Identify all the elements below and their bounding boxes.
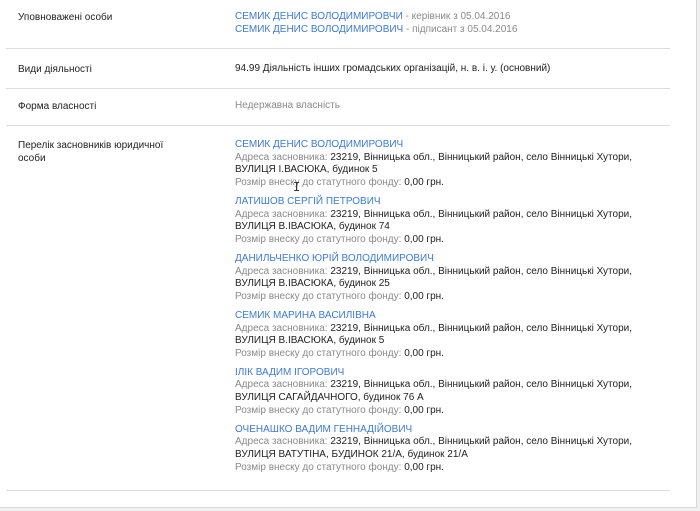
founder-address-line2: ВУЛИЦЯ І.ВАСЮКА, будинок 5 (235, 164, 378, 176)
founder-address: 23219, Вінницька обл., Вінницький район,… (330, 265, 633, 277)
founder-item: СЕМИК ДЕНИС ВОЛОДИМИРОВИЧ Адреса засновн… (235, 139, 686, 189)
authorized-person: СЕМИК ДЕНИС ВОЛОДИМИРОВЧИ - керівник з 0… (235, 11, 686, 24)
founder-contribution: 0,00 грн. (404, 176, 444, 188)
founder-item: ДАНИЛЬЧЕНКО ЮРІЙ ВОЛОДИМИРОВИЧ Адреса за… (235, 253, 686, 303)
founder-address: 23219, Вінницька обл., Вінницький район,… (330, 379, 633, 391)
founder-contribution: 0,00 грн. (404, 347, 444, 359)
authorized-person-link[interactable]: СЕМИК ДЕНИС ВОЛОДИМИРОВЧИ (235, 11, 403, 22)
founder-name-link[interactable]: ІЛІК ВАДИМ ІГОРОВИЧ (235, 367, 344, 378)
authorized-persons-label: Уповноважені особи (18, 12, 113, 23)
founder-address-label: Адреса засновника: (235, 379, 331, 391)
founder-address-label: Адреса засновника: (235, 322, 331, 334)
founder-address-line2: ВУЛИЦЯ САГАЙДАЧНОГО, будинок 76 А (235, 392, 424, 404)
activities-value: 94.99 Діяльність інших громадських орган… (235, 63, 551, 74)
founder-address: 23219, Вінницька обл., Вінницький район,… (330, 322, 633, 334)
founder-contribution-label: Розмір внеску до статутного фонду: (235, 290, 405, 302)
activities-label: Види діяльності (18, 64, 92, 75)
founder-address: 23219, Вінницька обл., Вінницький район,… (330, 436, 633, 448)
row-divider (6, 125, 670, 126)
founder-name-link[interactable]: ОЧЕНАШКО ВАДИМ ГЕННАДІЙОВИЧ (235, 424, 412, 435)
authorized-person-link[interactable]: СЕМИК ДЕНИС ВОЛОДИМИРОВИЧ (235, 24, 403, 35)
ownership-label: Форма власності (18, 101, 97, 112)
founder-contribution: 0,00 грн. (404, 290, 444, 302)
founder-address-label: Адреса засновника: (235, 208, 331, 220)
founder-contribution-label: Розмір внеску до статутного фонду: (235, 404, 405, 416)
founder-contribution: 0,00 грн. (404, 233, 444, 245)
founder-address: 23219, Вінницька обл., Вінницький район,… (330, 151, 633, 163)
authorized-person-role: - підписант з 05.04.2016 (403, 23, 518, 35)
founder-name-link[interactable]: СЕМИК МАРИНА ВАСИЛІВНА (235, 310, 376, 321)
ownership-value: Недержавна власність (235, 100, 340, 111)
founder-item: ОЧЕНАШКО ВАДИМ ГЕННАДІЙОВИЧ Адреса засно… (235, 424, 686, 474)
authorized-persons-list: СЕМИК ДЕНИС ВОЛОДИМИРОВЧИ - керівник з 0… (235, 11, 686, 36)
text-cursor-icon: I (293, 180, 301, 194)
founder-name-link[interactable]: СЕМИК ДЕНИС ВОЛОДИМИРОВИЧ (235, 139, 403, 150)
founder-name-link[interactable]: ДАНИЛЬЧЕНКО ЮРІЙ ВОЛОДИМИРОВИЧ (235, 253, 434, 264)
founder-address-line2: ВУЛИЦЯ В.ІВАСЮКА, будинок 25 (235, 278, 390, 290)
founder-contribution-label: Розмір внеску до статутного фонду: (235, 461, 405, 473)
founder-item: СЕМИК МАРИНА ВАСИЛІВНА Адреса засновника… (235, 310, 686, 360)
founder-contribution-label: Розмір внеску до статутного фонду: (235, 233, 405, 245)
founder-address-line2: ВУЛИЦЯ В.ІВАСЮКА, будинок 5 (235, 335, 385, 347)
founder-address-label: Адреса засновника: (235, 265, 331, 277)
authorized-person: СЕМИК ДЕНИС ВОЛОДИМИРОВИЧ - підписант з … (235, 24, 686, 37)
founders-label-line: особи (18, 153, 46, 164)
founder-address: 23219, Вінницька обл., Вінницький район,… (330, 208, 633, 220)
founders-label: Перелік засновників юридичної особи (18, 139, 218, 165)
founder-contribution-label: Розмір внеску до статутного фонду: (235, 176, 405, 188)
founder-address-label: Адреса засновника: (235, 436, 331, 448)
founder-contribution-label: Розмір внеску до статутного фонду: (235, 347, 405, 359)
authorized-person-role: - керівник з 05.04.2016 (402, 11, 511, 22)
founder-address-line2: ВУЛИЦЯ В.ІВАСЮКА, будинок 74 (235, 221, 390, 233)
founder-address-label: Адреса засновника: (235, 151, 331, 163)
founders-list: СЕМИК ДЕНИС ВОЛОДИМИРОВИЧ Адреса засновн… (235, 139, 686, 481)
company-details-card: Уповноважені особи СЕМИК ДЕНИС ВОЛОДИМИР… (0, 0, 697, 508)
founder-contribution: 0,00 грн. (404, 404, 444, 416)
row-divider (6, 490, 670, 491)
founder-name-link[interactable]: ЛАТИШОВ СЕРГІЙ ПЕТРОВИЧ (235, 196, 381, 207)
founder-contribution: 0,00 грн. (404, 461, 444, 473)
founder-item: ЛАТИШОВ СЕРГІЙ ПЕТРОВИЧ Адреса засновник… (235, 196, 686, 246)
row-divider (6, 48, 670, 49)
founder-address-line2: ВУЛИЦЯ ВАТУТІНА, БУДИНОК 21/А, будинок 2… (235, 449, 468, 461)
row-divider (6, 88, 670, 89)
founders-label-line: Перелік засновників юридичної (18, 140, 164, 151)
founder-item: ІЛІК ВАДИМ ІГОРОВИЧ Адреса засновника: 2… (235, 367, 686, 417)
